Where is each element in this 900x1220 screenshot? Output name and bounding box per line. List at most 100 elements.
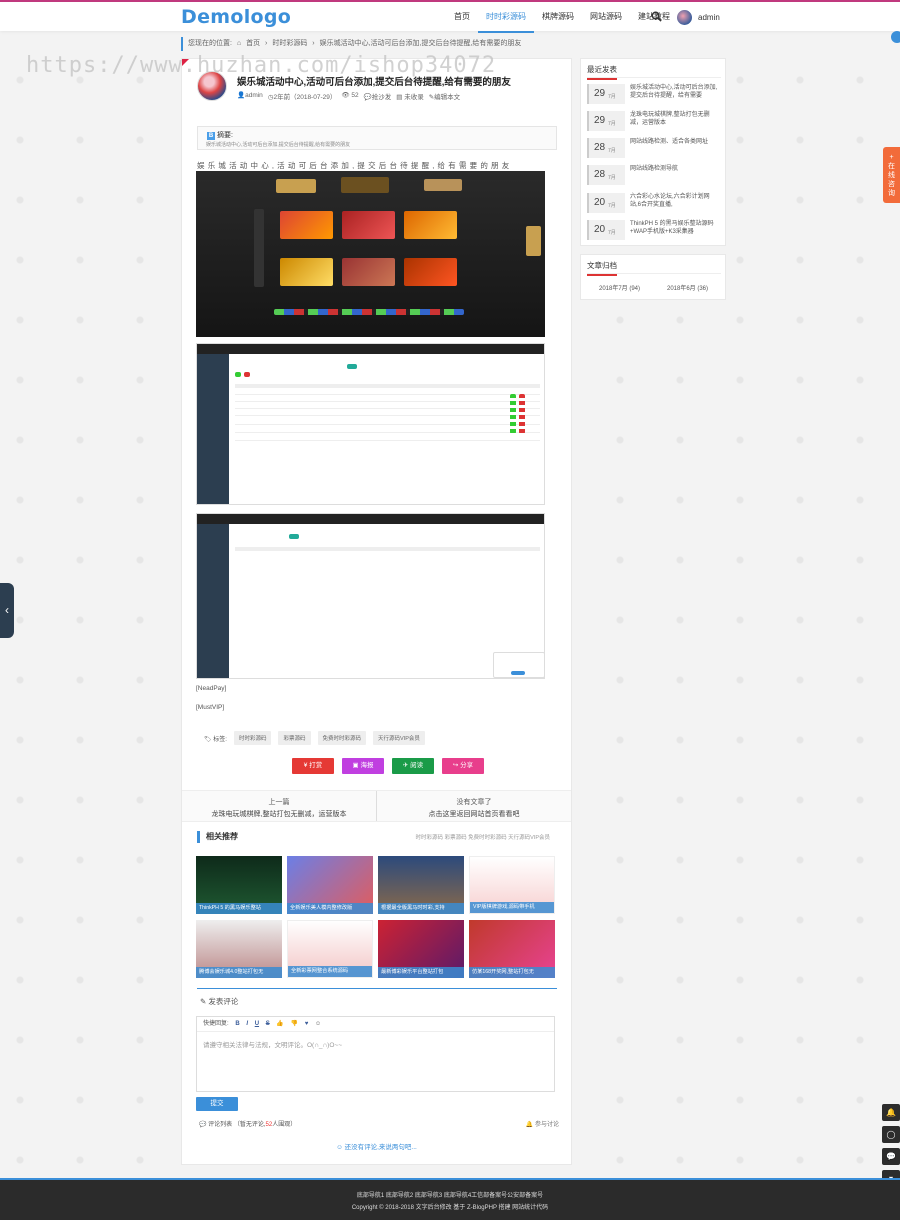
meta-author[interactable]: 👤admin <box>237 91 263 101</box>
user-name[interactable]: admin <box>698 13 720 22</box>
breadcrumb-category[interactable]: 时时彩源码 <box>272 40 307 47</box>
recent-post[interactable]: 28 7月 网站线路检测导航 <box>587 164 721 188</box>
recent-post[interactable]: 29 7月 娱乐城活动中心,活动可后台添加,提交后台待提醒，给有需要 <box>587 83 721 107</box>
comment-textarea[interactable]: 请遵守相关法律与法规，文明评论。O(∩_∩)O~~ <box>197 1032 554 1056</box>
comment-list-header: 💬 评论列表 （暂无评论,52人围观） <box>199 1122 297 1128</box>
comment-icon[interactable]: 💬 <box>882 1148 900 1165</box>
note-mustvip: [MustVIP] <box>196 704 225 711</box>
related-header: 相关推荐 时时彩源码 彩票源码 免费时时彩源码 天行源码VIP会员 <box>197 831 555 845</box>
nav-website-source[interactable]: 网站源码 <box>582 2 630 33</box>
main-nav: 首页 时时彩源码 棋牌源码 网站源码 建站教程 <box>446 2 678 33</box>
corner-dot-icon <box>891 31 900 43</box>
user-avatar[interactable] <box>677 10 692 25</box>
related-item[interactable]: 根据最全版黑马时时彩,支持 <box>378 856 464 914</box>
related-caption: 根据最全版黑马时时彩,支持 <box>378 903 464 914</box>
related-caption: 全新彩票网整合系统源码 <box>288 966 372 977</box>
abstract-text: 娱乐城活动中心,活动可后台添加,提交后台待提醒,给有需要的朋友 <box>206 142 351 148</box>
related-item[interactable]: ThinkPH 5 的黑马娱乐整站 <box>196 856 282 914</box>
tag-item[interactable]: 天行源码VIP会员 <box>373 731 425 745</box>
breadcrumb: 您现在的位置: ⌂ 首页 › 时时彩源码 › 娱乐城活动中心,活动可后台添加,提… <box>181 37 571 51</box>
dislike-icon[interactable]: 👎 <box>291 1021 298 1027</box>
nav-chess-source[interactable]: 棋牌源码 <box>534 2 582 33</box>
related-caption: ThinkPH 5 的黑马娱乐整站 <box>196 903 282 914</box>
tag-list: 🏷 标签: 时时彩源码 彩票源码 免费时时彩源码 天行源码VIP会员 <box>204 731 425 745</box>
notification-icon[interactable]: 🔔 <box>882 1104 900 1121</box>
meta-views: 👁 52 <box>341 92 359 99</box>
plus-icon: + <box>889 154 894 161</box>
breadcrumb-home[interactable]: 首页 <box>246 40 260 47</box>
tag-item[interactable]: 免费时时彩源码 <box>317 731 367 745</box>
note-needpay: [NeadPay] <box>196 685 227 692</box>
related-caption: 最新博彩娱乐平台整站打包 <box>378 967 464 978</box>
like-icon[interactable]: 👍 <box>276 1021 283 1027</box>
read-button[interactable]: ✈ 阅读 <box>392 758 434 774</box>
next-title: 点击这里返回网站首页看看吧 <box>428 811 520 818</box>
heart-icon[interactable]: ♥ <box>305 1021 309 1027</box>
comment-label: ✎ 发表评论 <box>200 997 239 1006</box>
related-caption: 全新娱乐美人模内整修改版 <box>287 903 373 914</box>
comment-editor: 快捷回复: B I U S 👍 👎 ♥ ☺ 请遵守相关法律与法规，文明评论。O(… <box>196 1016 555 1092</box>
recent-post[interactable]: 29 7月 龙珠电玩城棋牌,整站打包无删减，运营版本 <box>587 110 721 134</box>
footer-copyright: Copyright © 2018-2018 文字后台修改 基于 Z-BlogPH… <box>351 1205 549 1211</box>
participants-link[interactable]: 🔔 参与讨论 <box>526 1119 559 1128</box>
site-logo[interactable]: Demologo <box>181 6 291 28</box>
no-comment-note: ☺ 还没有评论,来说两句吧... <box>336 1144 417 1151</box>
breadcrumb-current: 娱乐城活动中心,活动可后台添加,提交后台待提醒,给有需要的朋友 <box>319 40 522 47</box>
consult-label: 在线咨询 <box>888 163 895 197</box>
submit-button[interactable]: 提交 <box>196 1097 238 1111</box>
site-footer: 底部导航1 底部导航2 底部导航3 底部导航4工信部备案号公安部备案号 Copy… <box>0 1178 900 1220</box>
nav-home[interactable]: 首页 <box>446 2 478 33</box>
next-label: 没有文章了 <box>456 799 492 806</box>
related-caption: 腾博会娱乐城4.0整站打包无 <box>196 967 282 978</box>
footer-links[interactable]: 底部导航1 底部导航2 底部导航3 底部导航4工信部备案号公安部备案号 <box>0 1190 900 1199</box>
action-buttons: ¥ 打赏 ▣ 海报 ✈ 阅读 ↪ 分享 <box>292 758 484 774</box>
editor-toolbar: 快捷回复: B I U S 👍 👎 ♥ ☺ <box>197 1017 554 1032</box>
recent-post[interactable]: 28 7月 网站线路检测、适合各类网址 <box>587 137 721 161</box>
chat-icon[interactable]: ◯ <box>882 1126 900 1143</box>
screenshot-admin-list <box>196 343 545 505</box>
reward-button[interactable]: ¥ 打赏 <box>292 758 334 774</box>
article-title: 娱乐城活动中心,活动可后台添加,提交后台待提醒,给有需要的朋友 <box>237 77 511 88</box>
collapse-left-icon[interactable]: ‹ <box>0 583 14 638</box>
abstract-label: B 摘要: <box>207 132 233 140</box>
author-avatar[interactable] <box>197 71 227 101</box>
recent-post[interactable]: 20 7月 ThinkPH 5 的黑马娱乐整站源码+WAP手机版+K3采集器 <box>587 219 721 243</box>
related-tags[interactable]: 时时彩源码 彩票源码 免费时时彩源码 天行源码VIP会员 <box>416 833 550 841</box>
corner-ribbon <box>182 59 189 66</box>
search-icon[interactable] <box>651 11 662 22</box>
nav-lottery-source[interactable]: 时时彩源码 <box>478 2 534 33</box>
strike-button[interactable]: S <box>266 1021 270 1027</box>
meta-comments[interactable]: 💬抢沙发 <box>364 91 392 101</box>
section-divider <box>197 988 557 989</box>
related-item[interactable]: 最新博彩娱乐平台整站打包 <box>378 920 464 978</box>
underline-button[interactable]: U <box>255 1021 259 1027</box>
smile-icon[interactable]: ☺ <box>315 1021 321 1027</box>
prev-title: 龙珠电玩城棋牌,整站打包无删减，运营版本 <box>211 811 347 818</box>
related-item[interactable]: VIP版棋牌游戏,源码带手机 <box>469 856 555 914</box>
tag-item[interactable]: 时时彩源码 <box>233 731 272 745</box>
toolbar-label: 快捷回复: <box>203 1021 229 1027</box>
breadcrumb-prefix: 您现在的位置: <box>188 40 232 47</box>
related-item[interactable]: 仿某168开奖网,整站打包无 <box>469 920 555 978</box>
related-item[interactable]: 全新彩票网整合系统源码 <box>287 920 373 978</box>
next-article-link[interactable]: 没有文章了 点击这里返回网站首页看看吧 <box>377 791 571 821</box>
meta-index: ▤ 未收录 <box>396 94 424 101</box>
italic-button[interactable]: I <box>246 1021 248 1027</box>
share-button[interactable]: ↪ 分享 <box>442 758 484 774</box>
recent-post[interactable]: 20 7月 六合彩心水论坛,六合彩计划网站,6合开奖直播, <box>587 192 721 216</box>
related-caption: 仿某168开奖网,整站打包无 <box>469 967 555 978</box>
poster-button[interactable]: ▣ 海报 <box>342 758 384 774</box>
tag-item[interactable]: 彩票源码 <box>278 731 311 745</box>
archive-link[interactable]: 2018年6月 (36) <box>667 283 708 292</box>
related-item[interactable]: 腾博会娱乐城4.0整站打包无 <box>196 920 282 978</box>
prev-next-nav: 上一篇 龙珠电玩城棋牌,整站打包无删减，运营版本 没有文章了 点击这里返回网站首… <box>182 790 571 822</box>
top-header: Demologo 首页 时时彩源码 棋牌源码 网站源码 建站教程 admin <box>0 0 900 33</box>
prev-article-link[interactable]: 上一篇 龙珠电玩城棋牌,整站打包无删减，运营版本 <box>182 791 377 821</box>
related-item[interactable]: 全新娱乐美人模内整修改版 <box>287 856 373 914</box>
meta-edit[interactable]: ✎编辑本文 <box>429 91 460 101</box>
bold-button[interactable]: B <box>235 1021 239 1027</box>
archive-link[interactable]: 2018年7月 (94) <box>599 283 640 292</box>
archive-widget: 文章归档 2018年7月 (94) 2018年6月 (36) <box>580 254 726 300</box>
meta-date: ◷2年前（2018-07-29） <box>267 94 337 101</box>
online-consult-tab[interactable]: + 在线咨询 <box>883 147 900 203</box>
